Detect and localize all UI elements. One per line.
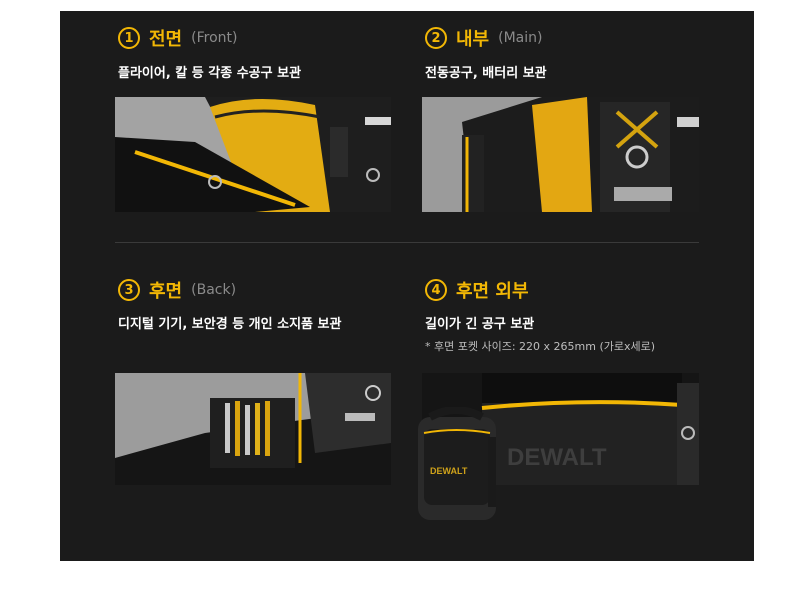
section-back-header: 3 후면 (Back)	[118, 277, 236, 303]
back-compartment-image	[115, 373, 391, 485]
section-divider	[115, 242, 699, 243]
section-main-header: 2 내부 (Main)	[425, 25, 542, 51]
dewalt-logo: DEWALT	[507, 444, 607, 471]
section-back-exterior-header: 4 후면 외부	[425, 277, 529, 303]
section-main-desc: 전동공구, 배터리 보관	[425, 66, 547, 81]
section-subtitle: (Back)	[191, 282, 237, 298]
section-title: 후면 외부	[456, 281, 529, 302]
section-front-header: 1 전면 (Front)	[118, 25, 237, 51]
section-title: 후면	[149, 281, 183, 302]
section-title: 전면	[149, 29, 183, 50]
back-compartment-photo	[115, 373, 391, 485]
section-number-badge: 4	[425, 279, 447, 301]
section-front-desc: 플라이어, 칼 등 각종 수공구 보관	[118, 66, 302, 81]
section-subtitle: (Front)	[191, 30, 238, 46]
section-number-badge: 3	[118, 279, 140, 301]
front-pocket-photo	[115, 97, 391, 212]
main-compartment-image	[422, 97, 699, 212]
section-number-badge: 2	[425, 27, 447, 49]
mini-dewalt-logo: DEWALT	[430, 466, 468, 476]
section-number-badge: 1	[118, 27, 140, 49]
section-subtitle: (Main)	[498, 30, 543, 46]
front-pocket-image	[115, 97, 391, 212]
main-compartment-photo	[422, 97, 699, 212]
backpack-product-image: DEWALT	[418, 407, 496, 520]
pocket-size-note: * 후면 포켓 사이즈: 220 x 265mm (가로x세로)	[425, 340, 656, 353]
section-back-exterior-desc: 길이가 긴 공구 보관	[425, 317, 535, 332]
section-title: 내부	[456, 29, 490, 50]
section-back-desc: 디지털 기기, 보안경 등 개인 소지품 보관	[118, 317, 342, 332]
